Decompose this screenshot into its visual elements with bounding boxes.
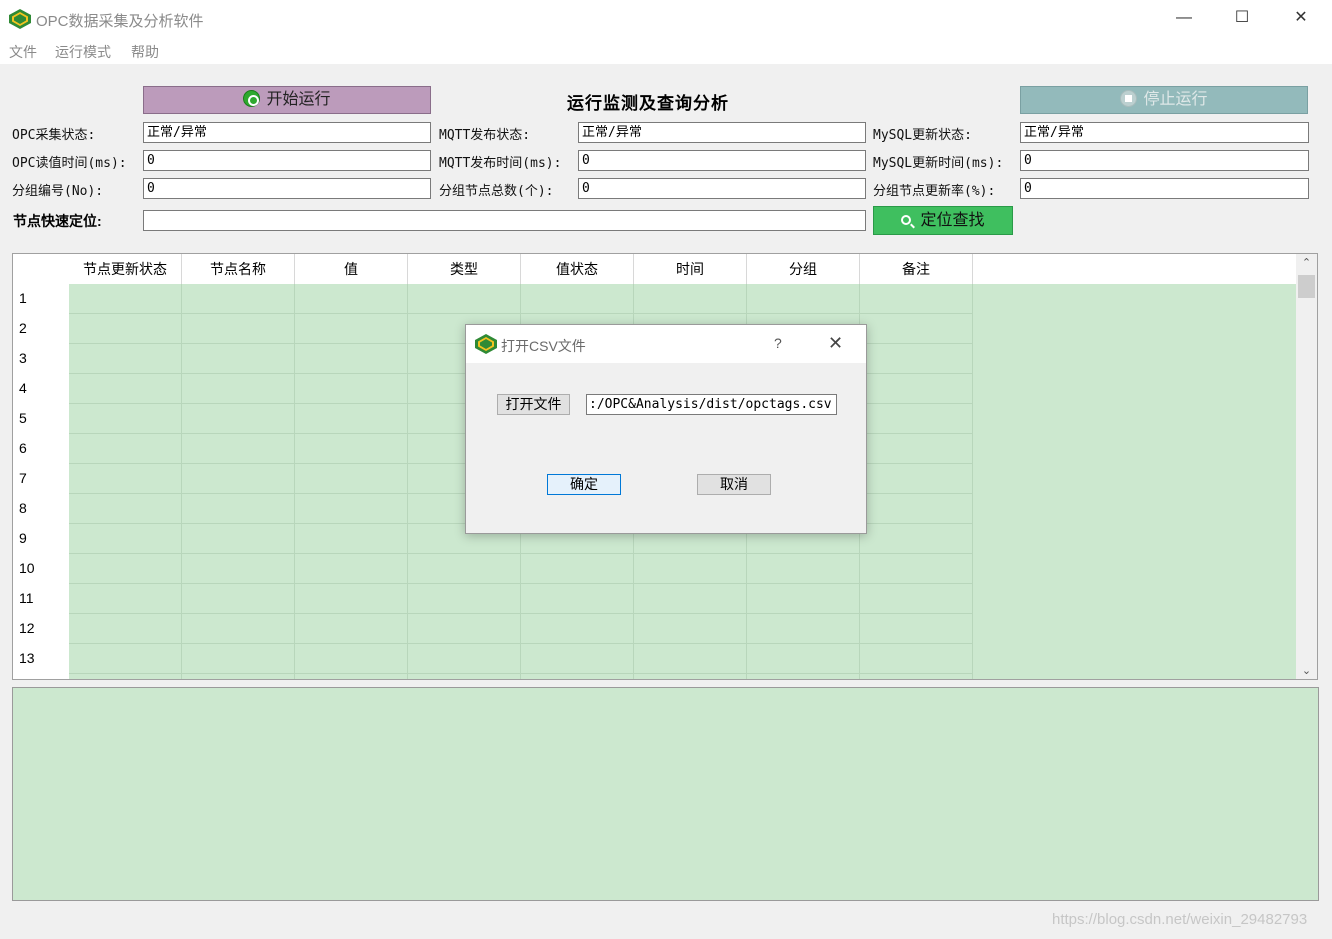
mysql-state-field[interactable]: 正常/异常 (1020, 122, 1309, 143)
row-header[interactable]: 1 (19, 290, 27, 306)
menu-file[interactable]: 文件 (9, 42, 37, 62)
close-button[interactable]: ✕ (1272, 0, 1330, 38)
mqtt-state-label: MQTT发布状态: (439, 128, 531, 143)
column-header-group[interactable]: 分组 (747, 254, 860, 284)
row-header[interactable]: 9 (19, 530, 27, 546)
mqtt-state-field[interactable]: 正常/异常 (578, 122, 866, 143)
power-icon (243, 90, 261, 107)
mqtt-time-field[interactable]: 0 (578, 150, 866, 171)
stop-button[interactable]: 停止运行 (1020, 86, 1308, 114)
dialog-close-icon[interactable]: ✕ (828, 333, 843, 354)
grid-line (69, 643, 973, 644)
scroll-down-icon[interactable]: ⌄ (1296, 664, 1317, 677)
column-header-value[interactable]: 值 (295, 254, 408, 284)
menu-bar: 文件 运行模式 帮助 (0, 38, 1332, 64)
open-file-button[interactable]: 打开文件 (497, 394, 570, 415)
ok-button[interactable]: 确定 (547, 474, 621, 495)
cancel-button[interactable]: 取消 (697, 474, 771, 495)
grid-line (69, 613, 973, 614)
stop-icon (1120, 90, 1138, 107)
page-title: 运行监测及查询分析 (567, 94, 729, 114)
grid-line (69, 583, 973, 584)
column-header-type[interactable]: 类型 (408, 254, 521, 284)
help-icon[interactable]: ? (774, 335, 782, 351)
row-header[interactable]: 10 (19, 560, 35, 576)
row-header[interactable]: 8 (19, 500, 27, 516)
dialog-logo-icon (475, 334, 497, 354)
group-no-label: 分组编号(No): (12, 184, 104, 199)
locate-label: 节点快速定位: (13, 213, 102, 229)
group-rate-field[interactable]: 0 (1020, 178, 1309, 199)
dialog-title: 打开CSV文件 (501, 338, 586, 354)
row-header[interactable]: 7 (19, 470, 27, 486)
locate-input[interactable] (143, 210, 866, 231)
mqtt-time-label: MQTT发布时间(ms): (439, 156, 562, 171)
column-header-node-name[interactable]: 节点名称 (182, 254, 295, 284)
watermark: https://blog.csdn.net/weixin_29482793 (1052, 911, 1308, 928)
opc-time-label: OPC读值时间(ms): (12, 156, 127, 171)
start-button[interactable]: 开始运行 (143, 86, 431, 114)
row-header[interactable]: 12 (19, 620, 35, 636)
group-total-field[interactable]: 0 (578, 178, 866, 199)
menu-help[interactable]: 帮助 (131, 42, 159, 62)
vertical-scrollbar[interactable]: ⌃ ⌄ (1296, 254, 1317, 679)
group-rate-label: 分组节点更新率(%): (873, 184, 996, 199)
maximize-button[interactable]: ☐ (1213, 0, 1271, 38)
opc-time-field[interactable]: 0 (143, 150, 431, 171)
row-header[interactable]: 3 (19, 350, 27, 366)
row-header[interactable]: 2 (19, 320, 27, 336)
start-button-label: 开始运行 (266, 91, 331, 108)
locate-button[interactable]: 定位查找 (873, 206, 1013, 235)
grid-line (69, 673, 973, 674)
mysql-state-label: MySQL更新状态: (873, 128, 972, 143)
stop-button-label: 停止运行 (1143, 91, 1208, 108)
column-header-value-status[interactable]: 值状态 (521, 254, 634, 284)
row-header[interactable]: 4 (19, 380, 27, 396)
file-path-field[interactable]: :/OPC&Analysis/dist/opctags.csv (586, 394, 837, 415)
column-header-remark[interactable]: 备注 (860, 254, 973, 284)
column-header-update-status[interactable]: 节点更新状态 (69, 254, 182, 284)
scroll-thumb[interactable] (1298, 275, 1315, 298)
window-title: OPC数据采集及分析软件 (36, 13, 204, 30)
menu-run-mode[interactable]: 运行模式 (55, 42, 111, 62)
column-header-time[interactable]: 时间 (634, 254, 747, 284)
group-no-field[interactable]: 0 (143, 178, 431, 199)
mysql-time-field[interactable]: 0 (1020, 150, 1309, 171)
app-logo-icon (9, 9, 31, 29)
row-header[interactable]: 5 (19, 410, 27, 426)
scroll-up-icon[interactable]: ⌃ (1296, 256, 1317, 269)
opc-state-label: OPC采集状态: (12, 128, 96, 143)
grid-line (69, 553, 973, 554)
log-output-area[interactable] (12, 687, 1319, 901)
row-header[interactable]: 13 (19, 650, 35, 666)
mysql-time-label: MySQL更新时间(ms): (873, 156, 1004, 171)
open-csv-dialog: 打开CSV文件 ? ✕ 打开文件 :/OPC&Analysis/dist/opc… (465, 324, 867, 534)
grid-line (69, 313, 973, 314)
search-icon (901, 215, 912, 225)
minimize-button[interactable]: — (1155, 0, 1213, 38)
title-bar: OPC数据采集及分析软件 — ☐ ✕ (0, 0, 1332, 38)
opc-state-field[interactable]: 正常/异常 (143, 122, 431, 143)
locate-button-label: 定位查找 (920, 212, 985, 229)
row-header[interactable]: 11 (19, 590, 34, 606)
group-total-label: 分组节点总数(个): (439, 184, 554, 199)
dialog-title-bar: 打开CSV文件 ? ✕ (466, 325, 866, 363)
row-header[interactable]: 6 (19, 440, 27, 456)
